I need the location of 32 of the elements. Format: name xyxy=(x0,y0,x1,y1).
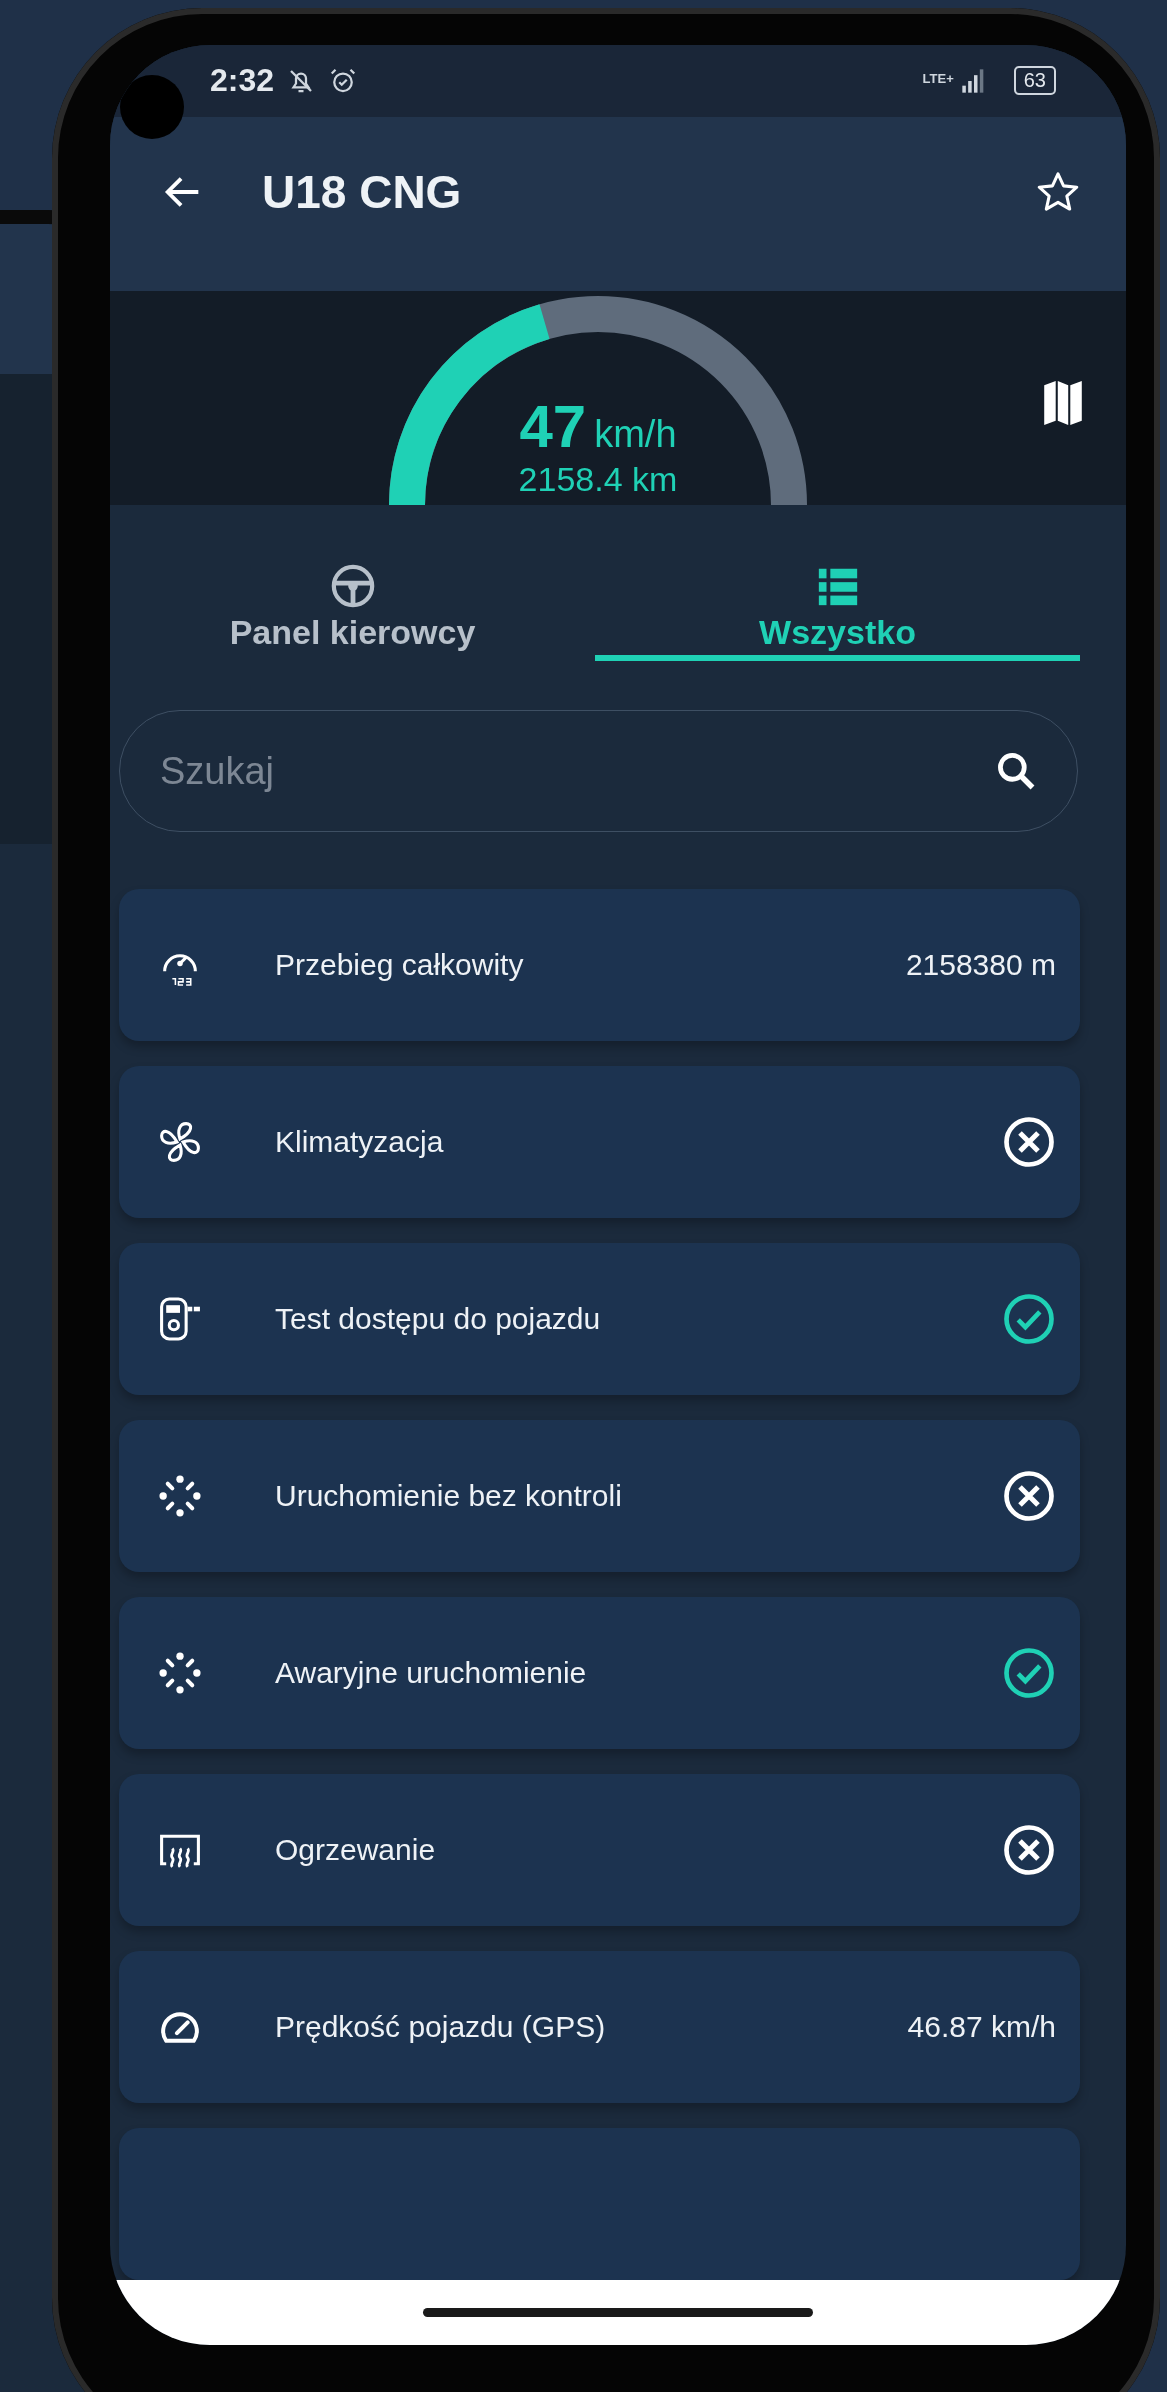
tab[interactable]: Panel kierowcy xyxy=(110,505,595,661)
search-field[interactable]: Szukaj xyxy=(119,710,1078,832)
item-label: Test dostępu do pojazdu xyxy=(275,1302,601,1336)
item-label: Przebieg całkowity xyxy=(275,948,524,982)
fan-icon xyxy=(157,1119,203,1165)
list-item[interactable]: Prędkość pojazdu (GPS) 46.87 km/h xyxy=(119,1951,1080,2103)
tab[interactable]: Wszystko xyxy=(595,505,1080,661)
dotted-circle-icon xyxy=(157,1473,203,1519)
item-label: Uruchomienie bez kontroli xyxy=(275,1479,622,1513)
dotted-circle-icon xyxy=(157,1650,203,1696)
map-icon[interactable] xyxy=(1042,379,1084,428)
speed-value: 47 xyxy=(519,395,587,460)
card-reader-icon xyxy=(157,1296,203,1342)
item-value: 2158380 m xyxy=(905,948,1056,982)
clock-time: 2:32 xyxy=(210,62,275,100)
list-item[interactable]: Awaryjne uruchomienie xyxy=(119,1597,1080,1749)
item-label: Klimatyzacja xyxy=(275,1125,444,1159)
page-title: U18 CNG xyxy=(262,164,462,220)
list-item[interactable]: Klimatyzacja xyxy=(119,1066,1080,1218)
item-label: Ogrzewanie xyxy=(275,1833,436,1867)
item-label: Awaryjne uruchomienie xyxy=(275,1656,587,1690)
odometer-value: 2158.4 km xyxy=(518,459,678,500)
speed-unit: km/h xyxy=(594,413,677,457)
item-value: 46.87 km/h xyxy=(907,2010,1056,2044)
list-item[interactable]: Uruchomienie bez kontroli xyxy=(119,1420,1080,1572)
item-label: Prędkość pojazdu (GPS) xyxy=(275,2010,606,2044)
network-type: LTE+ xyxy=(922,71,954,86)
steering-wheel-icon xyxy=(329,563,376,610)
battery-indicator: 63 xyxy=(1013,66,1056,96)
list-item[interactable]: Ogrzewanie xyxy=(119,1774,1080,1926)
list-item[interactable]: Przebieg całkowity 2158380 m xyxy=(119,889,1080,1041)
list-item[interactable]: Test dostępu do pojazdu xyxy=(119,1243,1080,1395)
